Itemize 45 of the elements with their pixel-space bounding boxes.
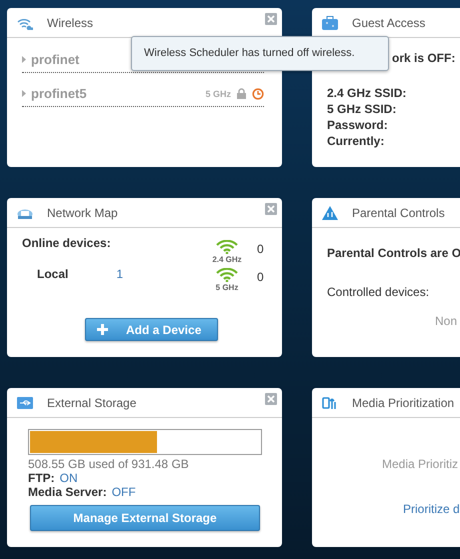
devices-value: Non	[435, 314, 458, 328]
network-link[interactable]: profinet5	[22, 86, 87, 101]
field-label: 5 GHz SSID:	[327, 101, 398, 117]
card-title: Wireless	[47, 16, 94, 30]
close-icon[interactable]	[265, 393, 277, 405]
network-link[interactable]: profinet	[22, 52, 80, 67]
device-label: Local	[37, 267, 68, 281]
close-icon[interactable]	[265, 203, 277, 215]
devices-label: Controlled devices:	[327, 285, 430, 299]
band-count: 0	[257, 270, 264, 286]
band-label: 2.4 GHz	[212, 255, 242, 264]
card-title: External Storage	[47, 396, 138, 410]
status-text: ork is OFF:	[392, 51, 456, 65]
setting-label: Media Server:	[28, 485, 107, 499]
setting-label: FTP:	[28, 471, 55, 485]
usb-icon	[17, 396, 33, 410]
device-count[interactable]: 1	[116, 267, 124, 281]
wifi-icon	[216, 240, 238, 254]
setting-value[interactable]: OFF	[112, 485, 136, 499]
caret-icon	[22, 90, 26, 97]
plus-icon	[97, 324, 108, 335]
card-title: Parental Controls	[352, 206, 446, 220]
tooltip: Wireless Scheduler has turned off wireless.	[131, 36, 389, 71]
card-title: Guest Access	[352, 16, 426, 30]
briefcase-icon	[322, 16, 338, 30]
add-device-button[interactable]: Add a Device	[85, 318, 218, 341]
wifi-icon	[216, 268, 238, 282]
field-label: Password:	[327, 117, 389, 133]
band-label: 5 GHz	[216, 283, 238, 292]
usage-text: 508.55 GB used of 931.48 GB	[28, 457, 190, 471]
field-label: Currently:	[327, 133, 386, 149]
media-arrows-icon	[322, 396, 338, 410]
field-label: 2.4 GHz SSID:	[327, 85, 408, 101]
setting-value[interactable]: ON	[60, 471, 78, 485]
caret-icon	[22, 56, 26, 63]
manage-storage-button[interactable]: Manage External Storage	[30, 505, 260, 531]
triangle-icon	[322, 206, 338, 220]
band-count: 0	[257, 242, 264, 258]
message-text: Media Prioritiz	[382, 457, 460, 471]
card-title: Media Prioritization	[352, 396, 455, 410]
card-title: Network Map	[47, 206, 119, 220]
band-label: 5 GHz	[205, 88, 231, 98]
section-heading: Online devices:	[22, 236, 112, 250]
close-icon[interactable]	[265, 13, 277, 25]
prioritize-link[interactable]: Prioritize d	[403, 502, 460, 516]
